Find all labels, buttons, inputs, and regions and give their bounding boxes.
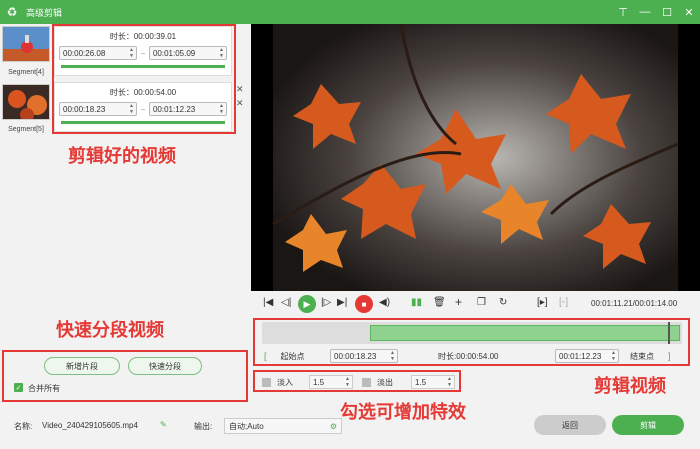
segment-label: Segment[4] <box>8 69 44 76</box>
output-label: 输出: <box>194 422 213 431</box>
playhead[interactable] <box>668 322 670 344</box>
fade-out-checkbox[interactable] <box>362 377 371 387</box>
fade-out-label: 淡出 <box>377 377 393 387</box>
fade-in-value[interactable]: 1.5 ▲ ▼ <box>309 375 353 389</box>
play-button[interactable]: ▶ <box>298 295 316 313</box>
fade-in-control: 淡入 1.5 ▲ ▼ <box>262 375 353 389</box>
maximize-button[interactable]: ☐ <box>656 0 678 24</box>
gear-icon[interactable]: ⚙ <box>330 422 337 431</box>
trim-start-field[interactable]: 00:00:18.23 ▲ ▼ <box>330 349 398 363</box>
clip-button[interactable]: 剪辑 <box>612 415 684 435</box>
spin-icon[interactable]: ▲ ▼ <box>390 350 395 362</box>
start-bracket-icon: [ <box>264 351 267 361</box>
time-readout: 00:01:11.21/00:01:14.00 <box>591 299 678 308</box>
trim-end-controls: 结束点 ] <box>630 348 671 364</box>
title-bar: ♻ 高级剪辑 ⊤ — ☐ ✕ <box>0 0 700 24</box>
new-segment-button[interactable]: 新增片段 <box>44 357 120 375</box>
fade-in-label: 淡入 <box>277 377 293 387</box>
fade-out-value[interactable]: 1.5 ▲ ▼ <box>411 375 455 389</box>
copy-icon[interactable]: ❐ <box>477 297 486 308</box>
spin-icon[interactable]: ▲ ▼ <box>447 376 452 388</box>
output-select[interactable]: 自动;Auto ⚙ <box>224 418 342 434</box>
name-value: Video_240429105605.mp4 <box>42 421 138 430</box>
start-point-button[interactable]: 起始点 <box>281 351 305 362</box>
end-point-button[interactable]: 结束点 <box>630 351 654 362</box>
highlight-box <box>52 24 236 134</box>
merge-all-label: 合并所有 <box>28 384 60 393</box>
highlight-box <box>2 350 248 402</box>
minimize-button[interactable]: — <box>634 0 656 24</box>
split-icon[interactable]: ▮▮ <box>411 297 422 308</box>
pin-icon[interactable]: ⊤ <box>612 0 634 24</box>
app-logo-icon: ♻ <box>6 5 18 19</box>
segment-label: Segment[5] <box>8 126 44 133</box>
segment-pane: Segment[4] Segment[5] 时长：00:00:39.01 00:… <box>0 24 250 449</box>
spin-icon[interactable]: ▲ ▼ <box>345 376 350 388</box>
next-frame-icon[interactable]: |▷ <box>321 297 331 308</box>
skip-end-icon[interactable]: ▶| <box>337 297 347 308</box>
set-marker-icon[interactable]: [▸] <box>537 297 548 308</box>
skip-start-icon[interactable]: |◀ <box>263 297 273 308</box>
edit-icon[interactable]: ✎ <box>160 420 167 429</box>
annotation-quick-split: 快速分段视频 <box>56 320 164 340</box>
delete-icon[interactable]: 🗑 <box>433 297 446 308</box>
fade-out-control: 淡出 1.5 ▲ ▼ <box>362 375 455 389</box>
annotation-clipped-videos: 剪辑好的视频 <box>68 146 176 166</box>
close-icon[interactable]: ✕ <box>236 98 244 109</box>
close-button[interactable]: ✕ <box>678 0 700 24</box>
trim-duration: 时长:00:00:54.00 <box>438 351 499 361</box>
screenshot-icon[interactable]: [◦] <box>559 297 568 308</box>
segment-thumbnail[interactable] <box>2 84 50 120</box>
segment-thumbnail[interactable] <box>2 26 50 62</box>
trim-end-field[interactable]: 00:01:12.23 ▲ ▼ <box>555 349 619 363</box>
timeline-track[interactable] <box>262 322 682 344</box>
trim-controls: [ 起始点 <box>264 348 305 364</box>
add-icon[interactable]: + <box>455 295 462 309</box>
annotation-clip-video: 剪辑视频 <box>594 376 666 396</box>
timeline-selection[interactable] <box>370 325 680 341</box>
quick-split-button[interactable]: 快速分段 <box>128 357 202 375</box>
spin-icon[interactable]: ▲ ▼ <box>611 350 616 362</box>
back-button[interactable]: 返回 <box>534 415 606 435</box>
close-icon[interactable]: ✕ <box>236 84 244 95</box>
fade-in-checkbox[interactable] <box>262 377 271 387</box>
volume-icon[interactable]: ◀) <box>379 297 390 308</box>
merge-all-checkbox[interactable]: ✓ <box>14 383 23 392</box>
name-label: 名称: <box>14 422 33 431</box>
end-bracket-icon: ] <box>668 351 671 361</box>
video-preview[interactable] <box>251 24 700 291</box>
stop-button[interactable]: ■ <box>355 295 373 313</box>
window-title: 高级剪辑 <box>26 7 63 18</box>
prev-frame-icon[interactable]: ◁| <box>281 297 291 308</box>
undo-icon[interactable]: ↻ <box>499 297 507 308</box>
annotation-effects: 勾选可增加特效 <box>340 402 466 422</box>
playback-controls: |◀ ◁| ▶ |▷ ▶| ■ ◀) ▮▮ 🗑 + ❐ ↻ [▸] [◦] 00… <box>251 291 700 317</box>
